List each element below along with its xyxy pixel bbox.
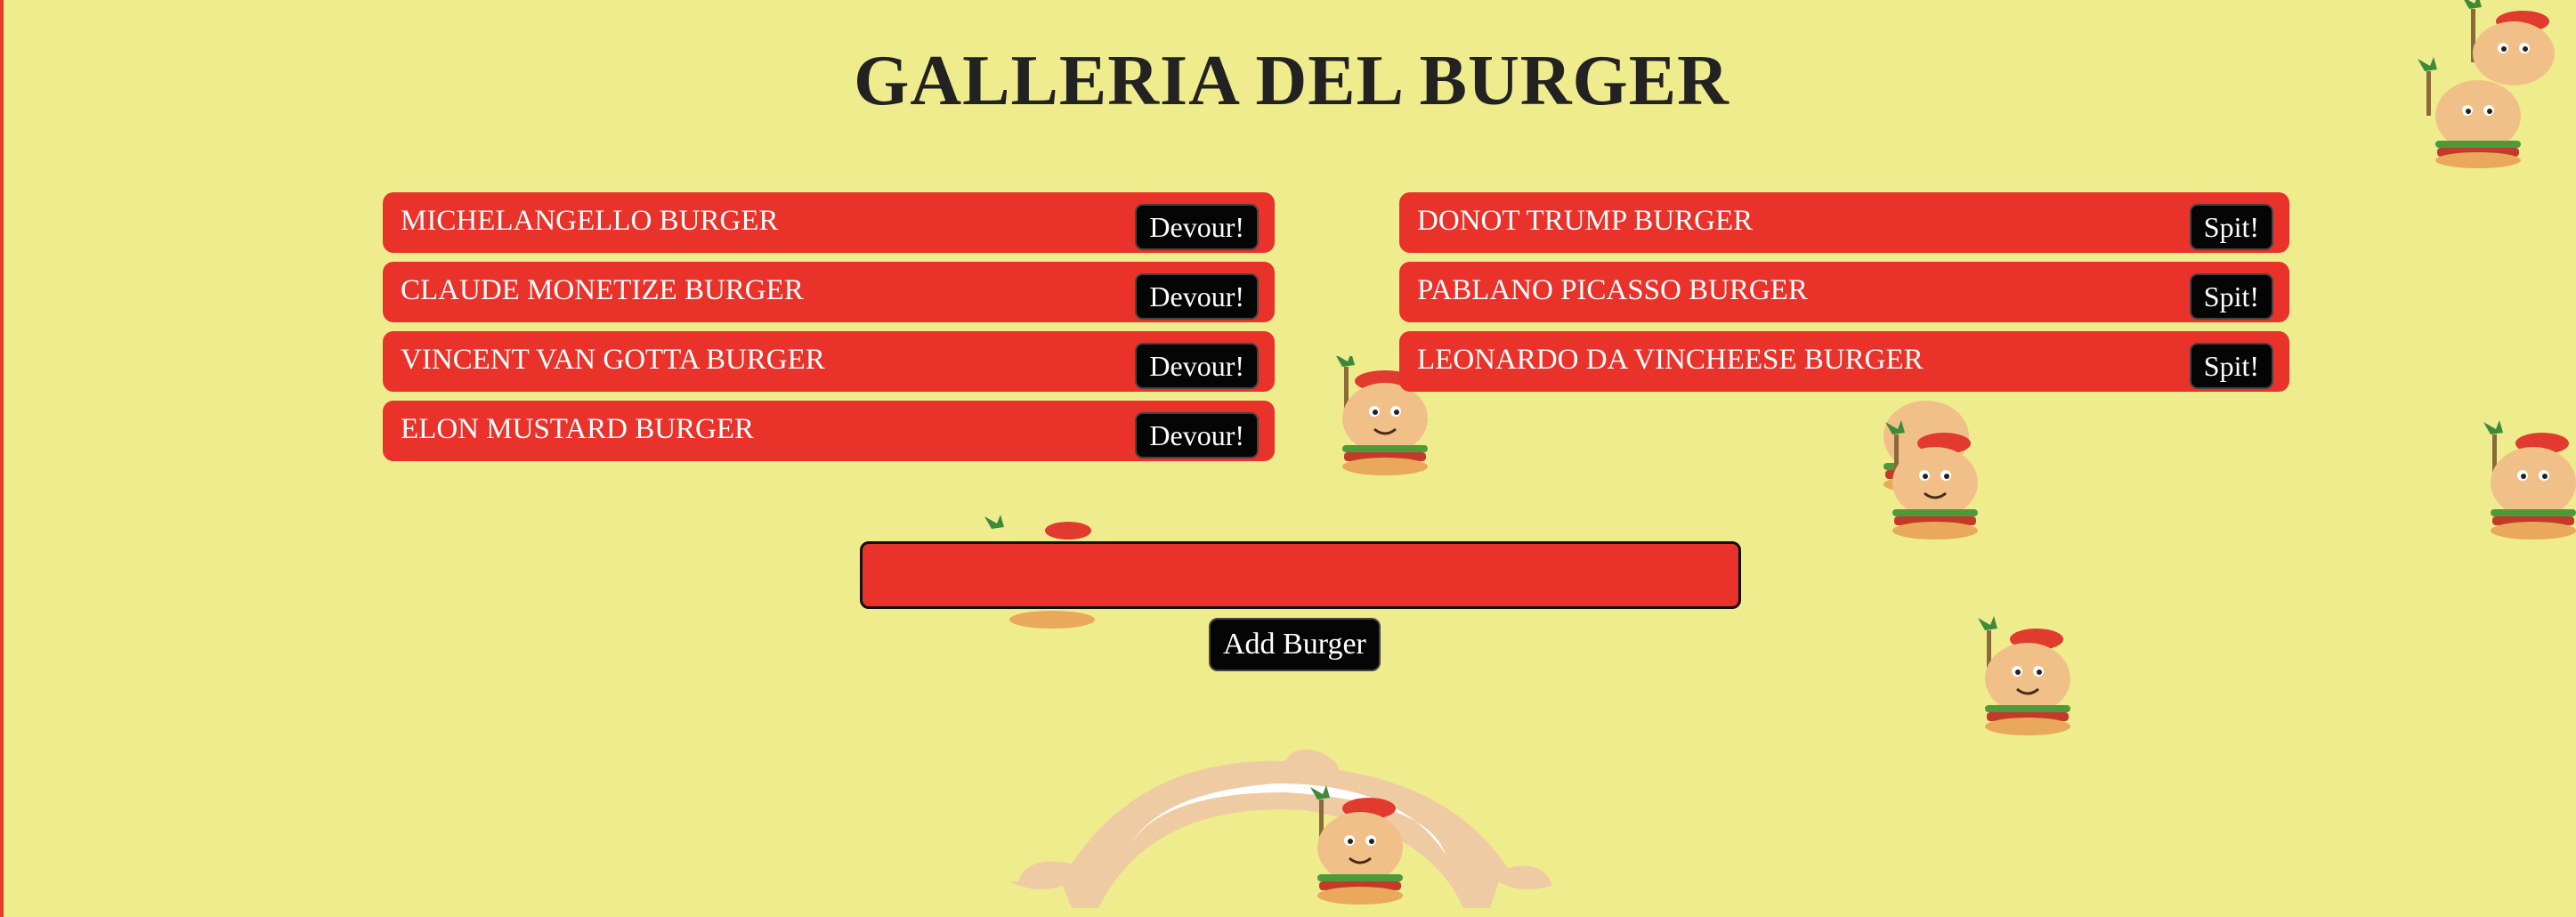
burger-row: MICHELANGELLO BURGER Devour! xyxy=(383,192,1275,253)
burger-row: PABLANO PICASSO BURGER Spit! xyxy=(1399,262,2289,322)
uneaten-burger-list: MICHELANGELLO BURGER Devour! CLAUDE MONE… xyxy=(383,192,1275,470)
devour-button[interactable]: Devour! xyxy=(1135,412,1259,458)
devour-button[interactable]: Devour! xyxy=(1135,343,1259,389)
burger-name: PABLANO PICASSO BURGER xyxy=(1417,274,1808,306)
burger-row: CLAUDE MONETIZE BURGER Devour! xyxy=(383,262,1275,322)
burger-row: ELON MUSTARD BURGER Devour! xyxy=(383,401,1275,461)
spit-button[interactable]: Spit! xyxy=(2189,273,2273,320)
spit-button[interactable]: Spit! xyxy=(2189,343,2273,389)
burger-mascot-icon xyxy=(2418,0,2555,168)
burger-mascot-icon xyxy=(1310,785,1403,905)
burger-name: ELON MUSTARD BURGER xyxy=(401,413,755,445)
burger-row: VINCENT VAN GOTTA BURGER Devour! xyxy=(383,331,1275,392)
burger-row: DONOT TRUMP BURGER Spit! xyxy=(1399,192,2289,253)
burger-name: VINCENT VAN GOTTA BURGER xyxy=(401,344,825,376)
burger-mascot-icon xyxy=(1885,420,1978,540)
devour-button[interactable]: Devour! xyxy=(1135,204,1259,250)
devoured-burger-list: DONOT TRUMP BURGER Spit! PABLANO PICASSO… xyxy=(1399,192,2289,401)
burger-name: MICHELANGELLO BURGER xyxy=(401,205,779,237)
page-title: GALLERIA DEL BURGER xyxy=(854,42,1729,120)
burger-mascot-icon xyxy=(1978,616,2070,735)
burger-row: LEONARDO DA VINCHEESE BURGER Spit! xyxy=(1399,331,2289,392)
spit-button[interactable]: Spit! xyxy=(2189,204,2273,250)
burger-name: DONOT TRUMP BURGER xyxy=(1417,205,1754,237)
burger-name: LEONARDO DA VINCHEESE BURGER xyxy=(1417,344,1924,376)
add-burger-button[interactable]: Add Burger xyxy=(1209,618,1381,671)
burger-name: CLAUDE MONETIZE BURGER xyxy=(401,274,804,306)
burger-name-input[interactable] xyxy=(860,541,1741,609)
giant-mouth-icon xyxy=(1009,749,1552,908)
burger-mascot-icon xyxy=(2483,420,2576,540)
devour-button[interactable]: Devour! xyxy=(1135,273,1259,320)
